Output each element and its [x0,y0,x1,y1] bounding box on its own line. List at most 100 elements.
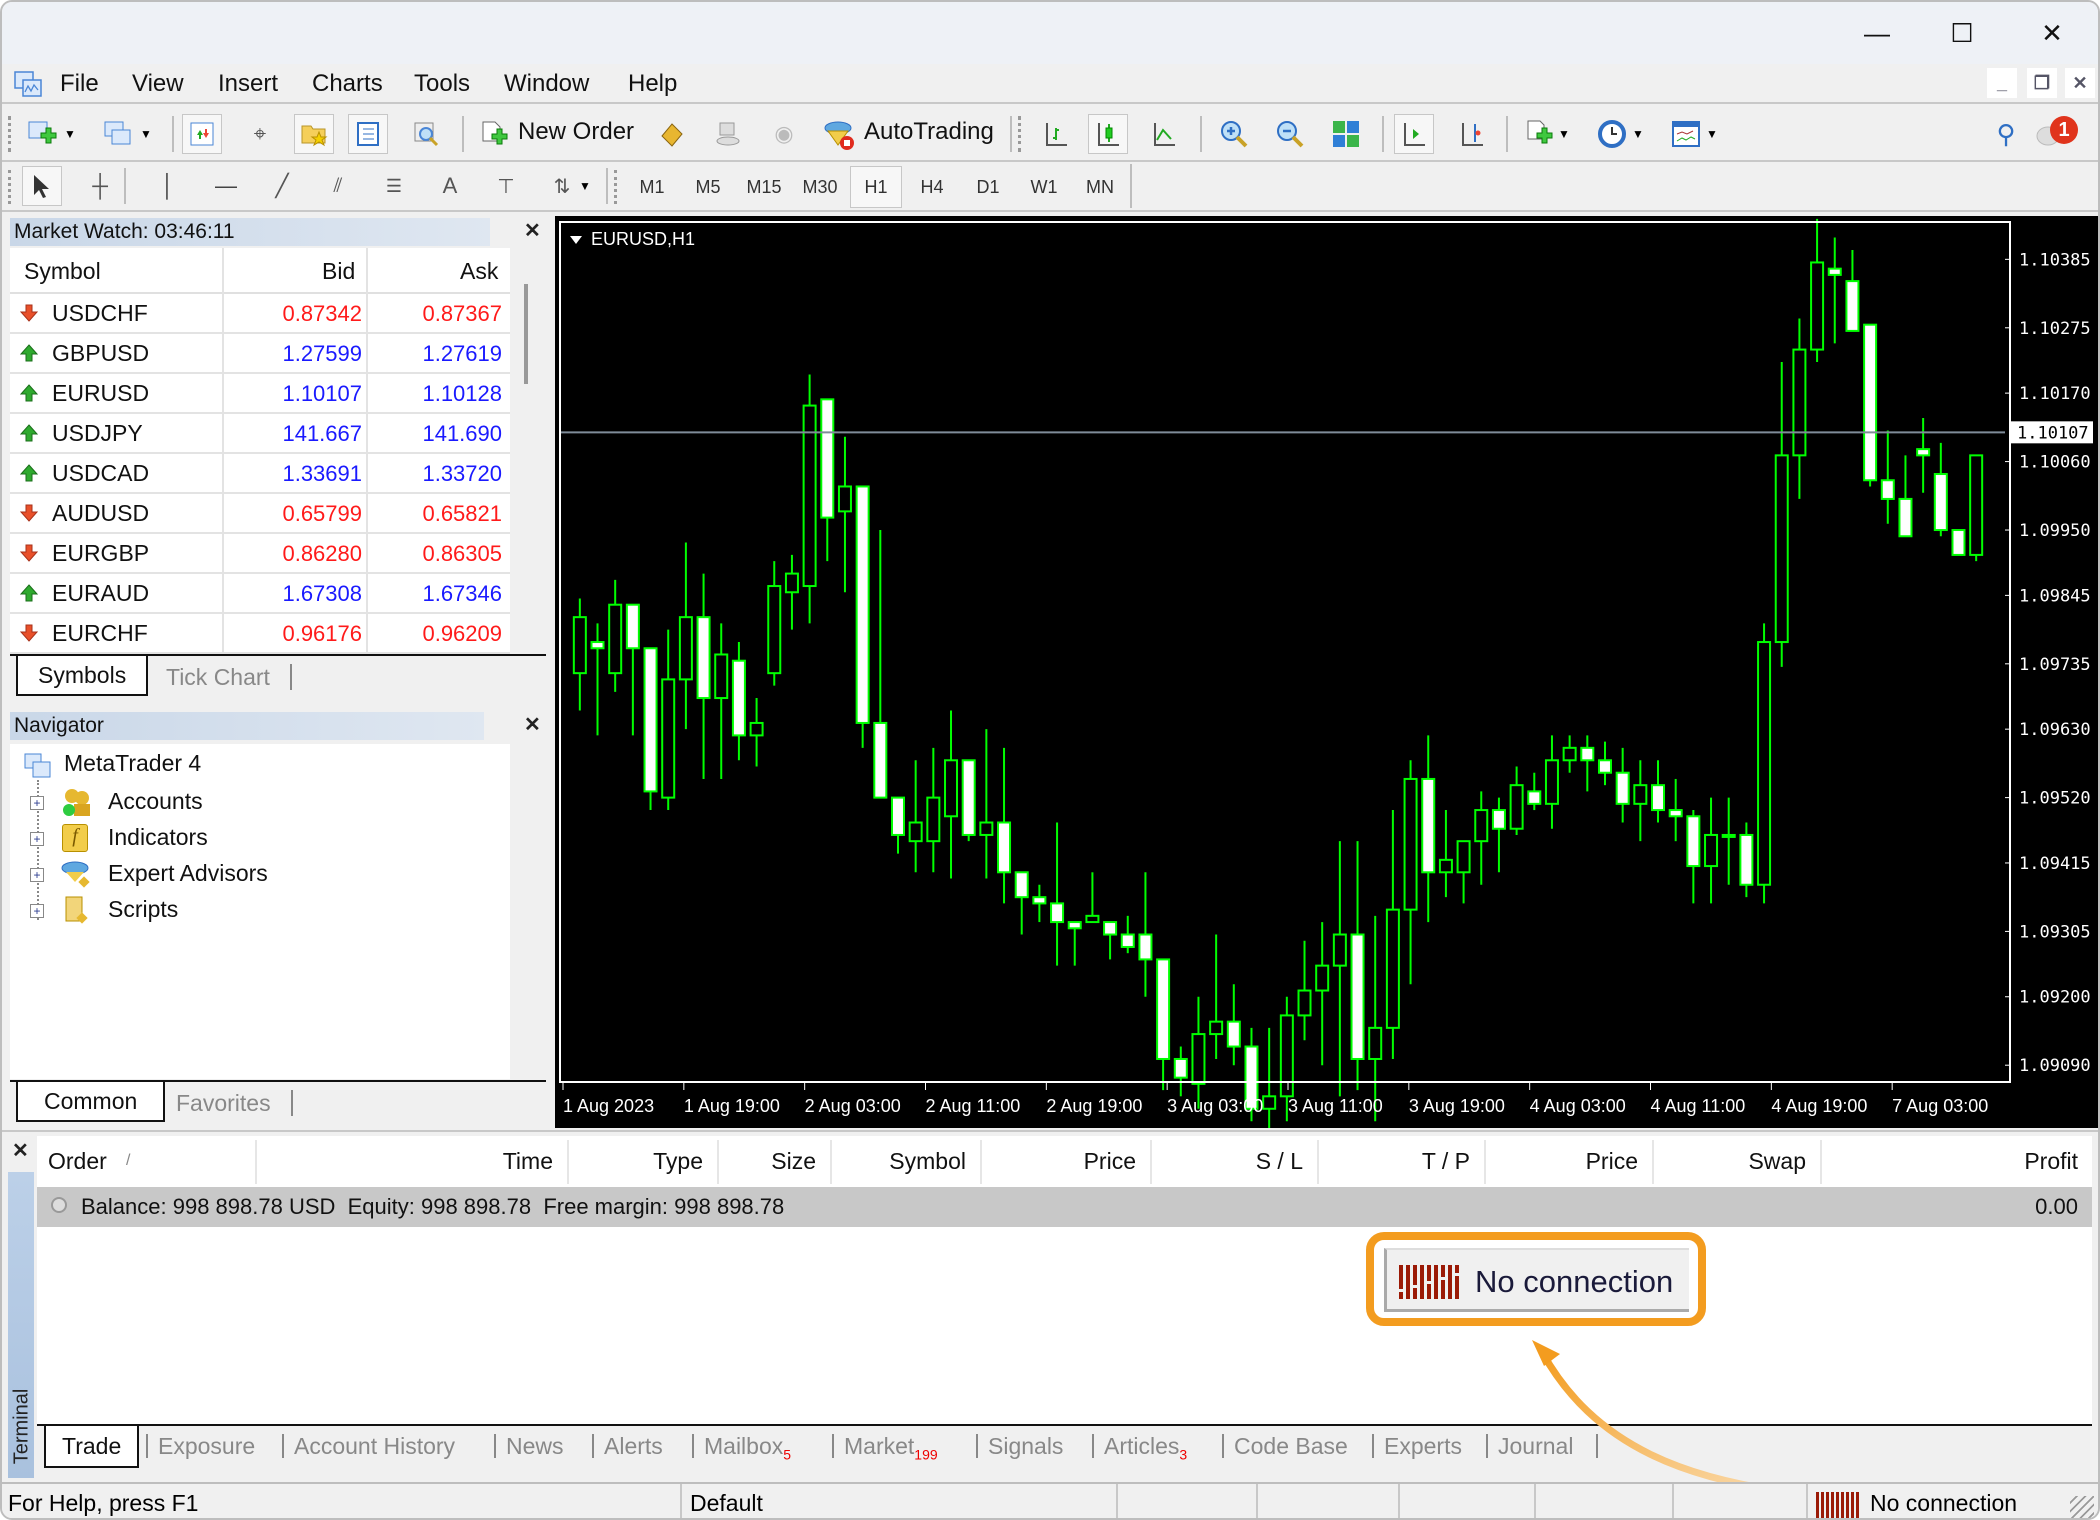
notifications-button[interactable]: 1 [2036,114,2086,154]
market-watch-close-icon[interactable]: ✕ [524,218,541,243]
timeframe-mn[interactable]: MN [1074,166,1126,208]
trade-server-icon[interactable] [708,114,748,154]
indicators-dropdown-icon[interactable]: ▼ [1554,114,1574,154]
status-profile[interactable]: Default [690,1490,763,1517]
timeframe-m5[interactable]: M5 [682,166,734,208]
signals-broadcast-icon[interactable]: ◉ [764,114,804,154]
nav-item-indicators[interactable]: + f Indicators [30,822,330,856]
terminal-tab-account-history[interactable]: Account History [294,1426,455,1468]
navigator-toggle-icon[interactable] [294,114,334,154]
search-icon[interactable]: ⚲ [1986,114,2026,154]
column-profit-10[interactable]: Profit [2024,1136,2078,1186]
cursor-arrow-icon[interactable] [22,166,62,206]
window-close-button[interactable]: ✕ [2012,12,2092,54]
tab-favorites[interactable]: Favorites [156,1090,293,1116]
timeframe-h1[interactable]: H1 [850,166,902,208]
new-order-button[interactable]: New Order [478,114,638,154]
column-symbol-4[interactable]: Symbol [889,1136,966,1186]
terminal-tab-experts[interactable]: Experts [1384,1426,1462,1468]
templates-icon[interactable] [1666,114,1706,154]
nav-item-expert-advisors[interactable]: + Expert Advisors [30,858,370,892]
column-swap-9[interactable]: Swap [1748,1136,1806,1186]
terminal-tab-signals[interactable]: Signals [988,1426,1063,1468]
chart-window[interactable]: 1.10385 1.10275 1.10170 1.10060 1.09950 1.098… [555,216,2100,1134]
column-type-2[interactable]: Type [653,1136,703,1186]
market-watch-row[interactable]: EURCHF 0.96176 0.96209 [10,614,510,654]
candlestick-chart-icon[interactable] [1088,114,1128,154]
menu-tools[interactable]: Tools [414,70,470,98]
menu-charts[interactable]: Charts [312,70,383,98]
timeframe-m15[interactable]: M15 [738,166,790,208]
menu-file[interactable]: File [60,70,99,98]
shapes-dropdown-icon[interactable]: ▼ [576,166,594,206]
trendline-icon[interactable]: ╱ [262,166,302,206]
equidistant-channel-icon[interactable]: ⫽ [318,166,358,206]
menu-help[interactable]: Help [628,70,677,98]
column-ask[interactable]: Ask [460,258,498,285]
autotrading-button[interactable]: AutoTrading [820,114,1000,154]
window-minimize-button[interactable]: — [1837,12,1917,54]
column-symbol[interactable]: Symbol [24,258,101,285]
tab-symbols[interactable]: Symbols [16,656,149,696]
terminal-tab-mailbox[interactable]: Mailbox5 [704,1426,791,1468]
zoom-out-icon[interactable] [1270,114,1310,154]
vertical-line-icon[interactable]: │ [148,166,188,206]
column-bid[interactable]: Bid [322,258,355,285]
market-watch-scrollbar[interactable] [524,284,528,384]
tab-common[interactable]: Common [16,1082,166,1122]
tab-tick-chart[interactable]: Tick Chart [146,664,292,690]
terminal-close-icon[interactable]: ✕ [12,1138,29,1163]
toolbar-grip[interactable] [8,116,14,152]
timeframe-m1[interactable]: M1 [626,166,678,208]
chart-shift-icon[interactable] [1452,114,1492,154]
column-time-1[interactable]: Time [503,1136,553,1186]
terminal-tab-market[interactable]: Market199 [844,1426,938,1468]
column-t-p-7[interactable]: T / P [1422,1136,1470,1186]
menu-insert[interactable]: Insert [218,70,278,98]
terminal-tab-trade[interactable]: Trade [44,1426,140,1468]
market-watch-row[interactable]: USDJPY 141.667 141.690 [10,414,510,454]
market-watch-row[interactable]: USDCAD 1.33691 1.33720 [10,454,510,494]
periods-dropdown-icon[interactable]: ▼ [1628,114,1648,154]
terminal-tab-journal[interactable]: Journal [1498,1426,1573,1468]
profiles-icon[interactable] [98,114,138,154]
eurusd-h1-chart[interactable]: 1.10385 1.10275 1.10170 1.10060 1.09950 1.098… [555,216,2100,1134]
column-size-3[interactable]: Size [771,1136,816,1186]
terminal-tab-code-base[interactable]: Code Base [1234,1426,1348,1468]
market-watch-row[interactable]: GBPUSD 1.27599 1.27619 [10,334,510,374]
line-chart-icon[interactable] [1144,114,1184,154]
market-watch-row[interactable]: EURGBP 0.86280 0.86305 [10,534,510,574]
mdi-close-button[interactable]: ✕ [2065,68,2095,98]
text-box-icon[interactable]: ⊤ [486,166,526,206]
crosshair-icon[interactable]: ┼ [80,166,120,206]
navigator-root[interactable]: MetaTrader 4 [64,750,201,777]
market-watch-toggle-icon[interactable] [182,114,222,154]
profiles-dropdown-icon[interactable]: ▼ [136,114,156,154]
nav-item-scripts[interactable]: + Scripts [30,894,330,928]
market-watch-row[interactable]: USDCHF 0.87342 0.87367 [10,294,510,334]
mdi-minimize-button[interactable]: _ [1987,68,2017,98]
nav-item-accounts[interactable]: + Accounts [30,786,330,820]
menu-window[interactable]: Window [504,70,589,98]
column-price-5[interactable]: Price [1084,1136,1136,1186]
new-chart-dropdown-icon[interactable]: ▼ [60,114,80,154]
bar-chart-icon[interactable] [1036,114,1076,154]
timeframe-d1[interactable]: D1 [962,166,1014,208]
terminal-toggle-icon[interactable] [348,114,388,154]
metaeditor-icon[interactable] [652,114,692,154]
column-order-0[interactable]: Order [48,1136,107,1186]
terminal-tab-alerts[interactable]: Alerts [604,1426,663,1468]
column-price-8[interactable]: Price [1586,1136,1638,1186]
resize-grip-icon[interactable] [2070,1496,2094,1518]
expand-icon[interactable]: + [30,868,44,882]
timeframe-m30[interactable]: M30 [794,166,846,208]
templates-dropdown-icon[interactable]: ▼ [1702,114,1722,154]
data-window-crosshair-icon[interactable]: ⌖ [240,114,280,154]
timeframe-h4[interactable]: H4 [906,166,958,208]
status-connection[interactable]: No connection [1870,1490,2017,1517]
timeframe-w1[interactable]: W1 [1018,166,1070,208]
mdi-restore-button[interactable]: ❐ [2027,68,2057,98]
tile-windows-icon[interactable] [1326,114,1366,154]
expand-icon[interactable]: + [30,904,44,918]
market-watch-row[interactable]: EURUSD 1.10107 1.10128 [10,374,510,414]
